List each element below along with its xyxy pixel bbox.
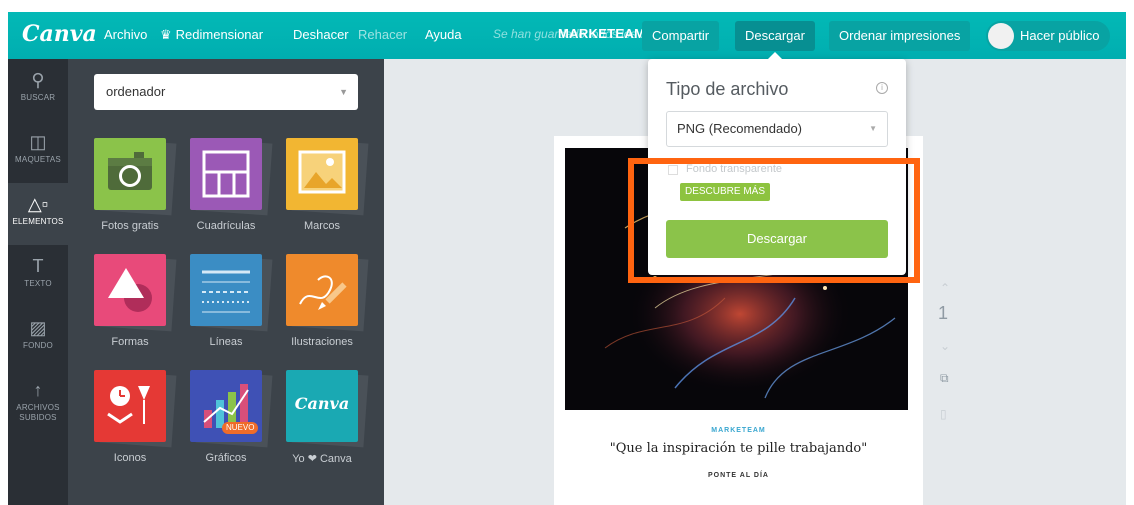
left-nav: ⚲ BUSCAR ◫ MAQUETAS △▫ ELEMENTOS T TEXTO…: [8, 59, 68, 505]
upload-icon: ↑: [33, 380, 43, 400]
tile-formas[interactable]: [94, 254, 166, 326]
category-select-value: ordenador: [106, 84, 166, 99]
card-subtitle[interactable]: PONTE AL DÍA: [554, 472, 923, 479]
tile-label: Marcos: [303, 220, 341, 232]
lines-icon: [202, 270, 250, 313]
menu-redimensionar[interactable]: ♛ Redimensionar: [160, 27, 263, 43]
nav-maquetas-label: MAQUETAS: [15, 155, 61, 164]
search-icon: ⚲: [31, 70, 45, 90]
page-number: 1: [938, 303, 949, 323]
move-up-icon[interactable]: ⌃: [940, 281, 950, 295]
card-quote[interactable]: "Que la inspiración te pille trabajando": [554, 441, 923, 456]
camera-icon: [108, 152, 152, 190]
chevron-down-icon: ▼: [869, 124, 877, 133]
tile-label: Ilustraciones: [291, 336, 353, 348]
nav-texto[interactable]: T TEXTO: [8, 245, 68, 307]
menu-archivo[interactable]: Archivo: [104, 27, 147, 42]
top-bar: Canva Archivo ♛ Redimensionar Deshacer Re…: [8, 12, 1126, 59]
duplicate-icon[interactable]: ⧉: [940, 371, 949, 386]
shapes-icon: △▫: [27, 194, 49, 214]
icons-icon: [107, 386, 150, 424]
menu-rehacer[interactable]: Rehacer: [358, 27, 407, 42]
tile-label: Gráficos: [205, 452, 247, 464]
frame-icon: [298, 150, 346, 194]
nav-archivos-label: ARCHIVOS SUBIDOS: [16, 403, 60, 422]
nav-archivos-subidos[interactable]: ↑ ARCHIVOS SUBIDOS: [8, 369, 68, 431]
menu-redimensionar-label: Redimensionar: [175, 27, 264, 42]
tile-label: Formas: [111, 336, 149, 348]
crown-icon: ♛: [160, 27, 172, 42]
document-title[interactable]: MARKETEAM: [558, 26, 645, 41]
highlight-box: [628, 158, 920, 283]
category-select[interactable]: ordenador ▼: [94, 74, 358, 110]
toggle-knob: [988, 23, 1014, 49]
print-button[interactable]: Ordenar impresiones: [829, 21, 971, 51]
download-button[interactable]: Descargar: [735, 21, 815, 51]
nav-buscar[interactable]: ⚲ BUSCAR: [8, 59, 68, 121]
card-brand[interactable]: MARKETEAM: [554, 427, 923, 434]
background-icon: ▨: [29, 318, 47, 338]
text-icon: T: [32, 256, 44, 276]
new-badge: NUEVO: [222, 422, 259, 434]
tile-lineas[interactable]: [190, 254, 262, 326]
make-public-label: Hacer público: [1020, 28, 1100, 43]
tile-label: Líneas: [209, 336, 243, 348]
tile-ilustraciones[interactable]: [286, 254, 358, 326]
file-type-select[interactable]: PNG (Recomendado) ▼: [666, 111, 888, 147]
tile-graficos[interactable]: NUEVO: [190, 370, 262, 442]
nav-buscar-label: BUSCAR: [20, 93, 56, 102]
share-button[interactable]: Compartir: [642, 21, 720, 51]
grid-icon: [202, 150, 250, 198]
shapes-icon: [108, 268, 152, 312]
trash-icon[interactable]: ▯: [940, 407, 947, 421]
tile-label: Fotos gratis: [101, 220, 159, 232]
tile-label: Cuadrículas: [196, 220, 256, 232]
menu-deshacer[interactable]: Deshacer: [293, 27, 349, 42]
tile-marcos[interactable]: [286, 138, 358, 210]
tile-yo-canva[interactable]: Canva: [286, 370, 358, 442]
tile-iconos[interactable]: [94, 370, 166, 442]
tile-label: Iconos: [113, 452, 147, 464]
info-icon[interactable]: i: [876, 82, 888, 94]
nav-texto-label: TEXTO: [24, 279, 52, 288]
canva-logo[interactable]: Canva: [22, 21, 97, 47]
pencil-icon: [299, 275, 347, 310]
tile-fotos-gratis[interactable]: [94, 138, 166, 210]
nav-elementos-label: ELEMENTOS: [12, 217, 64, 226]
nav-fondo[interactable]: ▨ FONDO: [8, 307, 68, 369]
dropdown-title: Tipo de archivo: [666, 79, 789, 99]
dropdown-caret: [768, 52, 782, 59]
nav-elementos[interactable]: △▫ ELEMENTOS: [8, 183, 68, 245]
tile-label: Yo ❤ Canva: [292, 453, 352, 465]
layout-icon: ◫: [29, 132, 47, 152]
tile-cuadriculas[interactable]: [190, 138, 262, 210]
elements-panel: ordenador ▼ Fotos gratis Cuadrículas Mar: [68, 59, 384, 505]
nav-fondo-label: FONDO: [23, 341, 53, 350]
file-type-value: PNG (Recomendado): [677, 121, 802, 136]
chevron-down-icon: ▼: [339, 87, 348, 97]
menu-ayuda[interactable]: Ayuda: [425, 27, 462, 42]
move-down-icon[interactable]: ⌄: [940, 339, 950, 353]
make-public-button[interactable]: Hacer público: [986, 21, 1110, 51]
nav-maquetas[interactable]: ◫ MAQUETAS: [8, 121, 68, 183]
canva-logo-icon: Canva: [294, 394, 350, 413]
